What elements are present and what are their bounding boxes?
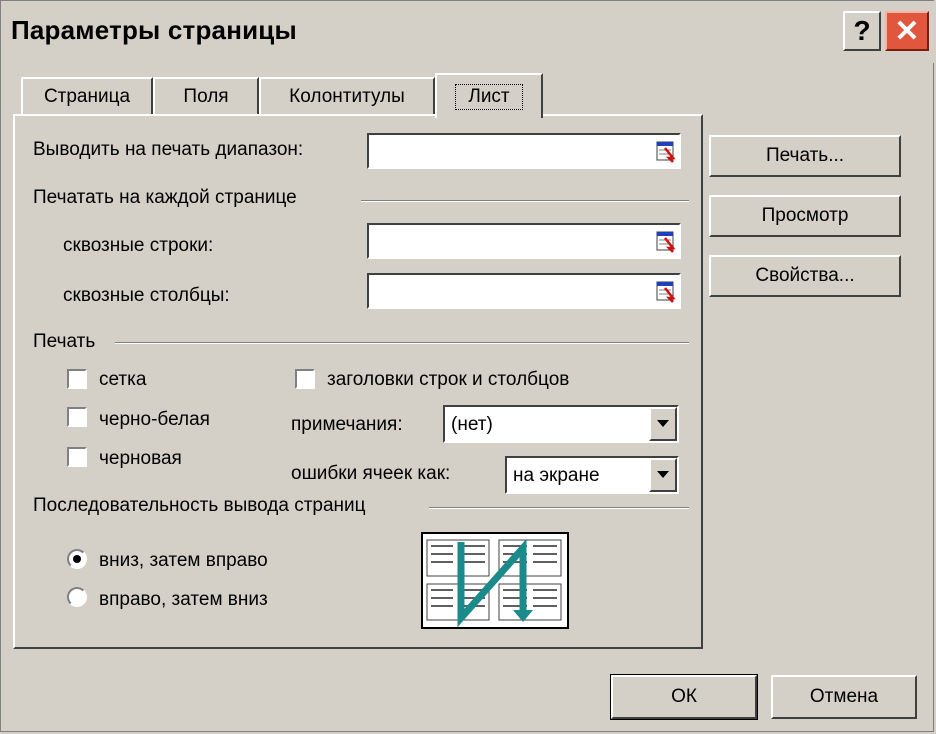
- tab-margins[interactable]: Поля: [153, 77, 259, 115]
- comments-select[interactable]: (нет): [443, 405, 679, 443]
- page-order-separator: [429, 507, 689, 509]
- print-area-label: Выводить на печать диапазон:: [33, 139, 304, 160]
- print-heading: Печать: [33, 331, 96, 352]
- cancel-button[interactable]: Отмена: [771, 675, 917, 719]
- over-then-down-radio[interactable]: [67, 587, 87, 607]
- black-white-label: черно-белая: [99, 409, 210, 430]
- cell-errors-dropdown-arrow[interactable]: [649, 458, 677, 492]
- close-icon: ✕: [894, 14, 920, 48]
- comments-value: (нет): [451, 414, 493, 435]
- close-button[interactable]: ✕: [885, 11, 929, 51]
- repeat-rows-label: сквозные строки:: [63, 235, 214, 256]
- help-button[interactable]: ?: [843, 11, 881, 51]
- radio-selected-dot: [73, 555, 81, 563]
- over-then-down-label: вправо, затем вниз: [99, 589, 268, 610]
- page-setup-dialog: Параметры страницы ? ✕ Страница Поля Кол…: [0, 0, 935, 732]
- page-order-heading: Последовательность вывода страниц: [33, 495, 366, 516]
- repeat-cols-input[interactable]: [367, 273, 681, 309]
- title-bar: Параметры страницы ? ✕: [1, 1, 935, 63]
- row-col-headers-label: заголовки строк и столбцов: [327, 369, 570, 390]
- comments-label: примечания:: [291, 414, 403, 435]
- grid-checkbox[interactable]: [67, 369, 87, 389]
- range-select-icon[interactable]: [655, 278, 677, 304]
- comments-dropdown-arrow[interactable]: [649, 407, 677, 441]
- tab-sheet[interactable]: Лист: [435, 73, 543, 118]
- chevron-down-icon: [657, 471, 669, 478]
- page-order-preview: [421, 532, 569, 629]
- tab-header-footer[interactable]: Колонтитулы: [259, 77, 435, 115]
- draft-label: черновая: [99, 448, 182, 469]
- repeat-heading: Печатать на каждой странице: [33, 187, 297, 208]
- dialog-title: Параметры страницы: [11, 15, 297, 45]
- cell-errors-value: на экране: [513, 465, 600, 486]
- draft-checkbox[interactable]: [67, 447, 87, 467]
- tab-page[interactable]: Страница: [21, 77, 153, 115]
- row-col-headers-checkbox[interactable]: [295, 369, 315, 389]
- options-button[interactable]: Свойства...: [709, 255, 901, 297]
- range-select-icon[interactable]: [655, 228, 677, 254]
- repeat-separator: [361, 200, 689, 202]
- repeat-rows-input[interactable]: [367, 223, 681, 259]
- ok-button[interactable]: ОК: [610, 674, 758, 720]
- range-select-icon[interactable]: [655, 138, 677, 164]
- print-area-input[interactable]: [367, 133, 681, 169]
- grid-label: сетка: [99, 369, 147, 390]
- print-button[interactable]: Печать...: [709, 135, 901, 177]
- down-then-over-label: вниз, затем вправо: [99, 550, 268, 571]
- chevron-down-icon: [657, 420, 669, 427]
- page-order-icon: [426, 538, 562, 628]
- cell-errors-label: ошибки ячеек как:: [291, 463, 451, 484]
- print-separator: [115, 342, 689, 344]
- black-white-checkbox[interactable]: [67, 407, 87, 427]
- repeat-cols-label: сквозные столбцы:: [63, 285, 230, 306]
- cell-errors-select[interactable]: на экране: [505, 456, 679, 494]
- preview-button[interactable]: Просмотр: [709, 195, 901, 237]
- down-then-over-radio[interactable]: [67, 549, 87, 569]
